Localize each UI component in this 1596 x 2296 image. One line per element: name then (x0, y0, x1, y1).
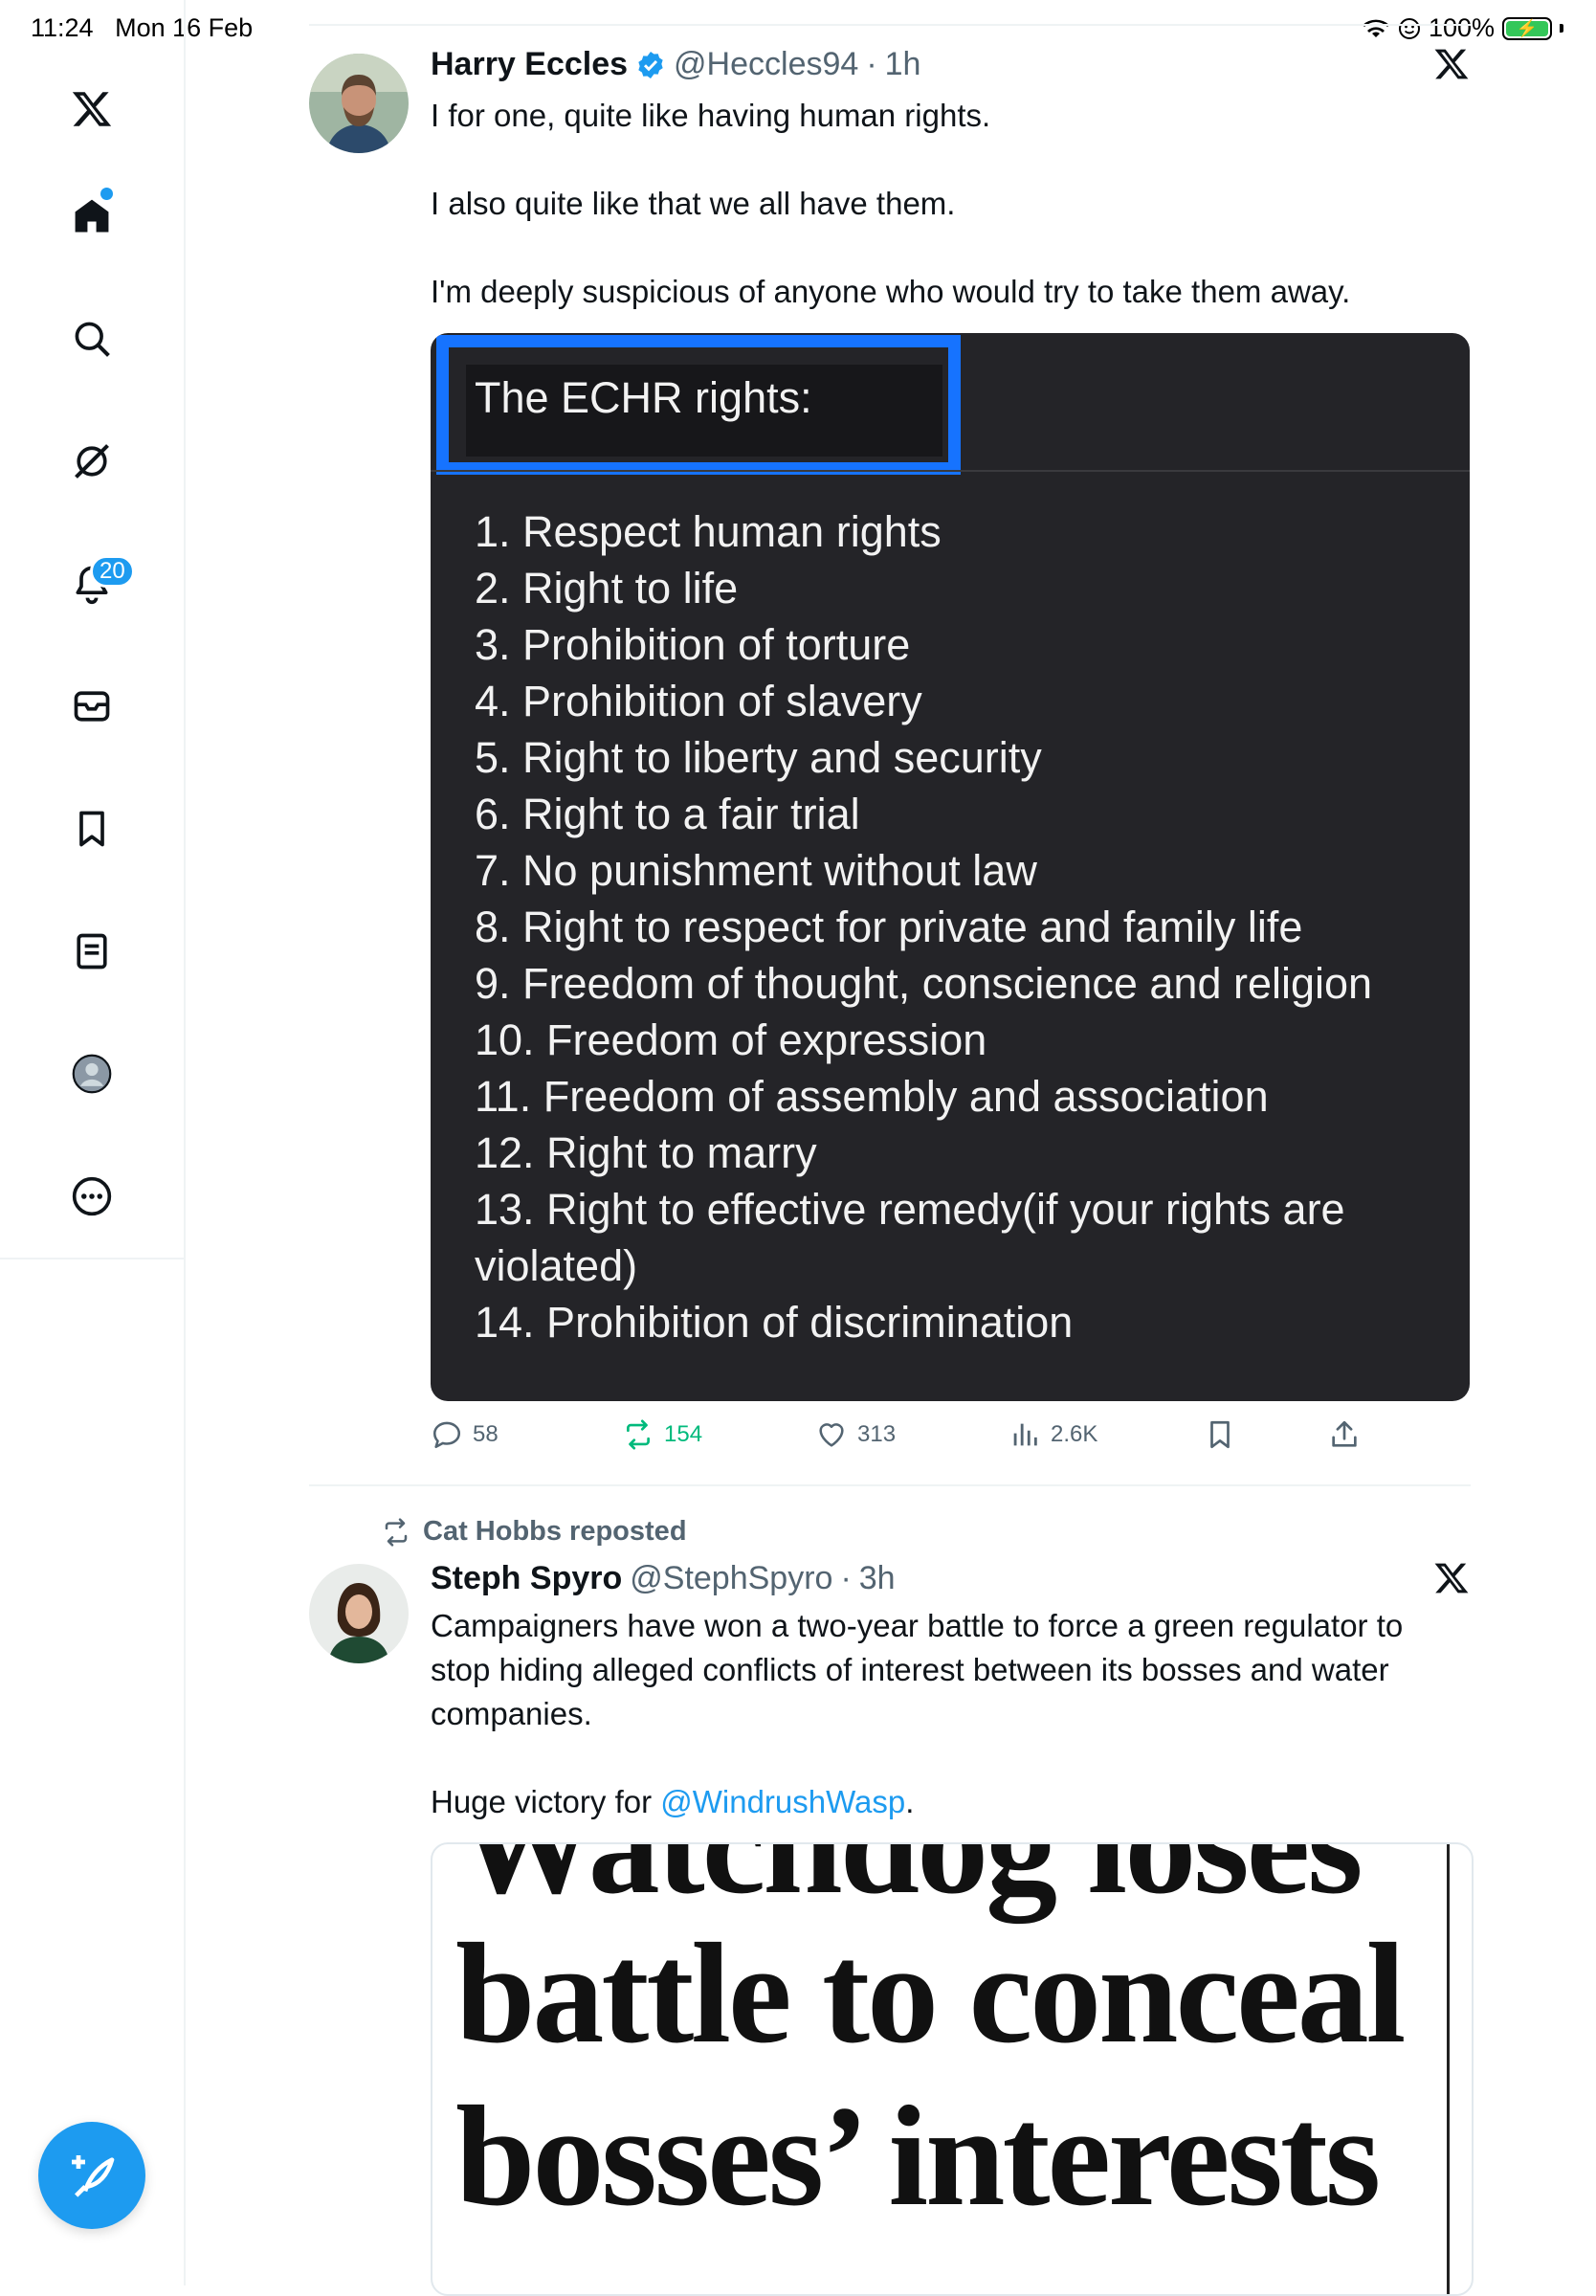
news-clipping-image[interactable]: Watchdog loses battle to conceal bosses’… (431, 1842, 1474, 2296)
headline-line: battle to conceal (455, 1914, 1406, 2073)
card-divider (431, 470, 1470, 472)
mention-link[interactable]: @WindrushWasp (660, 1784, 905, 1819)
tweet-text-prefix: Huge victory for (431, 1784, 661, 1819)
avatar[interactable] (309, 54, 409, 153)
notifications-badge: 20 (90, 555, 135, 588)
list-item: 1. Respect human rights (475, 507, 942, 556)
bookmarks-icon[interactable] (63, 800, 121, 858)
feed-top-divider (309, 24, 1471, 26)
tweet-text-main: Campaigners have won a two-year battle t… (431, 1608, 1404, 1731)
post-time[interactable]: 3h (859, 1560, 896, 1597)
grok-icon[interactable] (63, 433, 121, 490)
rights-list: 1. Respect human rights 2. Right to life… (475, 503, 1460, 1350)
more-icon[interactable] (63, 1168, 121, 1225)
share-button[interactable] (1328, 1418, 1361, 1451)
views-count: 2.6K (1051, 1421, 1098, 1447)
like-button[interactable]: 313 (815, 1418, 896, 1451)
tweet-divider (309, 1484, 1471, 1486)
echr-rights-image[interactable]: The ECHR rights: 1. Respect human rights… (431, 333, 1470, 1401)
repost-button[interactable]: 154 (622, 1418, 702, 1451)
profile-icon[interactable] (63, 1045, 121, 1103)
bookmark-button[interactable] (1204, 1418, 1236, 1451)
repost-count: 154 (664, 1421, 703, 1447)
tweet-header: Steph Spyro @StephSpyro · 3h (431, 1560, 896, 1597)
lists-icon[interactable] (63, 923, 121, 980)
list-item: 7. No punishment without law (475, 846, 1037, 895)
battery-icon: ⚡ (1502, 16, 1552, 40)
author-handle[interactable]: @StephSpyro (630, 1560, 832, 1597)
list-item: 11. Freedom of assembly and association (475, 1072, 1269, 1121)
share-icon (1332, 1420, 1357, 1447)
list-item: 10. Freedom of expression (475, 1015, 987, 1064)
sidebar-divider (0, 1258, 184, 1259)
column-rule (1447, 1844, 1450, 2294)
home-unread-dot (100, 188, 113, 200)
repost-indicator[interactable]: Cat Hobbs reposted (381, 1516, 687, 1548)
like-count: 313 (857, 1421, 897, 1447)
heart-icon (819, 1423, 844, 1447)
tweet-header: Harry Eccles @Heccles94 · 1h (431, 46, 920, 83)
list-item: 12. Right to marry (475, 1128, 817, 1177)
focus-icon (1398, 17, 1420, 39)
repost-label: Cat Hobbs reposted (423, 1516, 687, 1547)
list-item: 5. Right to liberty and security (475, 733, 1042, 782)
messages-icon[interactable] (63, 678, 121, 735)
list-item: 3. Prohibition of torture (475, 620, 911, 669)
tweet-text-suffix: . (905, 1784, 915, 1819)
search-icon[interactable] (63, 310, 121, 368)
reply-button[interactable]: 58 (431, 1418, 499, 1451)
verified-badge-icon (638, 51, 663, 78)
list-item: 13. Right to effective remedy(if your ri… (475, 1185, 1345, 1290)
dot-separator: · (840, 1560, 852, 1596)
compose-post-button[interactable] (38, 2122, 145, 2229)
list-item: 2. Right to life (475, 564, 739, 613)
repost-icon (385, 1517, 408, 1547)
list-item: 8. Right to respect for private and fami… (475, 903, 1303, 951)
list-item: 9. Freedom of thought, conscience and re… (475, 959, 1373, 1008)
repost-icon (627, 1419, 650, 1450)
wifi-icon (1362, 19, 1389, 37)
post-time[interactable]: 1h (885, 46, 921, 83)
author-name[interactable]: Harry Eccles (431, 46, 628, 83)
battery-percent: 100% (1428, 13, 1495, 42)
author-handle[interactable]: @Heccles94 (674, 46, 858, 83)
list-item: 4. Prohibition of slavery (475, 677, 922, 725)
tweet-text: Campaigners have won a two-year battle t… (431, 1604, 1464, 1824)
status-indicators: 100% ⚡ (1362, 13, 1563, 43)
tweet-text: I for one, quite like having human right… (431, 98, 1351, 309)
views-icon (1013, 1423, 1037, 1446)
card-title: The ECHR rights: (475, 373, 812, 422)
x-source-icon (1433, 1560, 1470, 1601)
x-source-icon (1433, 46, 1470, 87)
author-name[interactable]: Steph Spyro (431, 1560, 622, 1597)
list-item: 6. Right to a fair trial (475, 790, 860, 838)
reply-icon (432, 1421, 461, 1449)
tweet-actions: 58 154 313 2.6K (431, 1418, 1426, 1462)
x-logo-icon[interactable] (63, 80, 121, 138)
avatar[interactable] (309, 1564, 409, 1663)
views-button[interactable]: 2.6K (1009, 1418, 1097, 1451)
bookmark-icon (1210, 1420, 1230, 1449)
feather-plus-icon (72, 2155, 115, 2197)
list-item: 14. Prohibition of discrimination (475, 1298, 1074, 1347)
headline-line: bosses’ interests (455, 2077, 1381, 2236)
dot-separator: · (866, 46, 877, 82)
reply-count: 58 (473, 1421, 499, 1447)
